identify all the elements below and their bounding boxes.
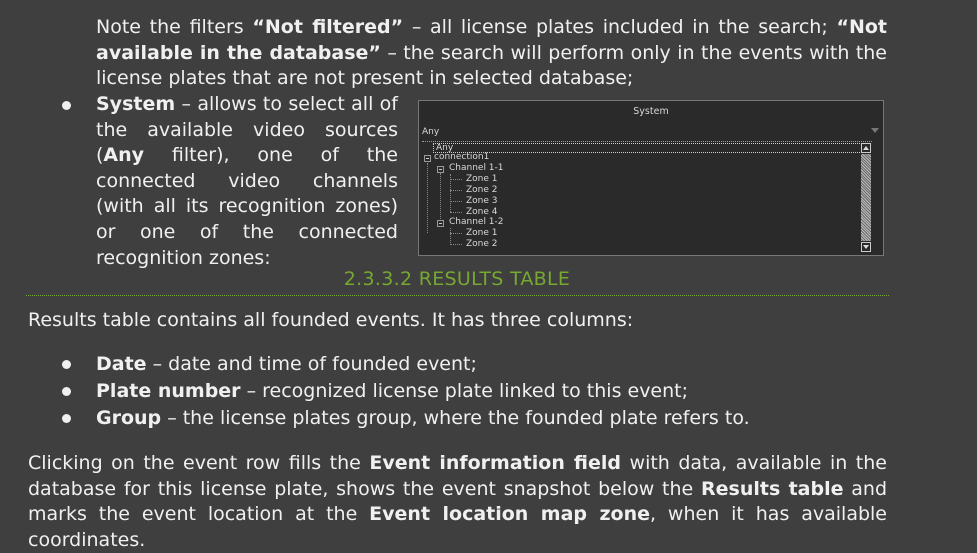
column-name: Plate number [96,380,241,402]
tree-node-zone[interactable]: Zone 3 [466,196,498,207]
column-name: Date [96,353,147,375]
tree-line [450,190,462,191]
bullet-plate-number [62,387,71,396]
system-list-item: System – allows to select all of the ava… [96,92,398,271]
filters-note-paragraph: Note the filters “Not filtered” – all li… [96,15,887,92]
closing-paragraph: Clicking on the event row fills the Even… [28,451,887,553]
scroll-thumb[interactable] [861,154,871,241]
tree-line [450,244,462,245]
scroll-down-icon[interactable] [861,242,871,252]
section-heading: 2.3.3.2 RESULTS TABLE [343,268,571,290]
intro-text-1: Note the filters [96,16,253,38]
tree-line [440,173,441,227]
tree-scrollbar[interactable] [860,142,872,253]
column-desc: – date and time of founded event; [146,353,477,375]
results-intro-paragraph: Results table contains all founded event… [28,309,634,331]
collapse-icon[interactable] [437,220,444,227]
tree-line [427,163,428,233]
bullet-date [62,360,71,369]
tree-node-zone[interactable]: Zone 1 [466,228,498,239]
list-item-date: Date – date and time of founded event; [96,352,477,378]
system-term: System [96,93,176,115]
bullet-group [62,414,71,423]
column-desc: – the license plates group, where the fo… [161,407,750,429]
event-location-map-term: Event location map zone [369,503,650,526]
list-item-plate-number: Plate number – recognized license plate … [96,379,688,405]
widget-title: System [633,106,669,117]
collapse-icon[interactable] [437,166,444,173]
tree-line [450,233,462,234]
tree-node-connection[interactable]: connection1 [434,152,489,163]
results-table-term: Results table [701,477,844,500]
system-selector-widget: System Any Any connection1 Channel 1-1 Z… [418,100,884,256]
tree-line [450,201,462,202]
tree-node-channel-1-2[interactable]: Channel 1-2 [449,217,504,228]
not-filtered-term: “Not filtered” [252,16,404,38]
scroll-up-icon[interactable] [861,143,871,153]
tree-node-zone[interactable]: Zone 2 [466,239,498,250]
closing-text-1: Clicking on the event row fills the [28,452,370,474]
collapse-icon[interactable] [424,155,431,162]
tree-line [450,228,451,245]
column-desc: – recognized license plate linked to thi… [240,380,689,402]
bullet-system [62,101,71,110]
dropdown-arrow-icon[interactable] [871,128,879,133]
tree-line [450,174,451,212]
system-select-value[interactable]: Any [422,127,439,138]
tree-line [450,179,462,180]
tree-node-any[interactable]: Any [433,143,870,153]
event-information-field-term: Event information field [369,452,622,474]
tree-node-zone[interactable]: Zone 1 [466,174,498,185]
column-name: Group [96,407,162,429]
system-tree: Any connection1 Channel 1-1 Zone 1 Zone … [422,141,872,253]
list-item-group: Group – the license plates group, where … [96,406,750,432]
any-term: Any [103,144,145,167]
section-divider [26,295,889,296]
intro-text-2: – all license plates included in the sea… [403,16,837,38]
tree-node-zone[interactable]: Zone 2 [466,185,498,196]
tree-node-channel-1-1[interactable]: Channel 1-1 [449,163,504,174]
tree-line [450,212,462,213]
